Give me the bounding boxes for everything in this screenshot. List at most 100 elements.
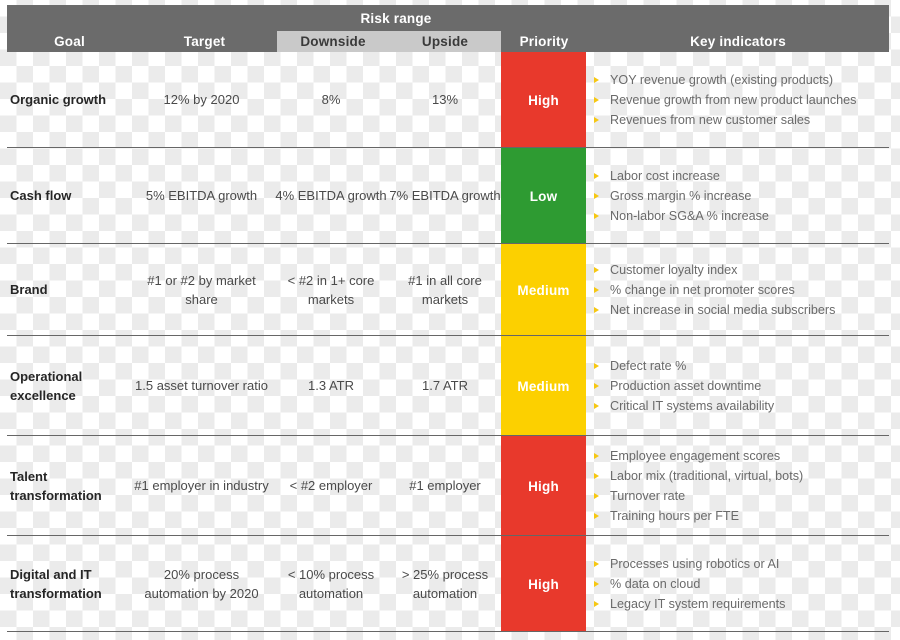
triangle-bullet-icon <box>594 403 599 409</box>
key-indicator-item: Production asset downtime <box>594 376 774 396</box>
key-indicator-item: Training hours per FTE <box>594 506 803 526</box>
key-indicator-label: Turnover rate <box>610 489 686 503</box>
cell-key-indicators: Labor cost increase Gross margin % increa… <box>594 148 890 244</box>
key-indicator-list: Customer loyalty index % change in net pr… <box>594 260 835 320</box>
key-indicator-label: YOY revenue growth (existing products) <box>610 73 834 87</box>
key-indicator-label: Labor mix (traditional, virtual, bots) <box>610 469 804 483</box>
cell-downside: 8% <box>321 92 341 108</box>
triangle-bullet-icon <box>594 581 599 587</box>
cell-target: 1.5 asset turnover ratio <box>135 378 268 394</box>
cell-downside: < #2 in 1+ core markets <box>287 272 375 307</box>
cell-upside: #1 employer <box>409 478 481 494</box>
key-indicator-item: Defect rate % <box>594 356 774 376</box>
column-header-downside[interactable]: Downside <box>277 31 389 52</box>
key-indicator-item: Revenue growth from new product launches <box>594 90 856 110</box>
column-header-priority[interactable]: Priority <box>501 31 587 52</box>
key-indicator-list: Processes using robotics or AI % data on … <box>594 554 785 614</box>
key-indicator-item: Employee engagement scores <box>594 446 803 466</box>
triangle-bullet-icon <box>594 307 599 313</box>
triangle-bullet-icon <box>594 97 599 103</box>
cell-upside: 7% EBITDA growth <box>389 188 501 204</box>
cell-goal: Digital and IT transformation <box>10 566 102 601</box>
key-indicator-item: YOY revenue growth (existing products) <box>594 70 856 90</box>
column-header-target[interactable]: Target <box>132 31 277 52</box>
table-header: Risk range Goal Target Downside Upside P… <box>7 5 889 52</box>
triangle-bullet-icon <box>594 453 599 459</box>
cell-upside: > 25% process automation <box>401 566 489 601</box>
table-row: Medium Operational excellence 1.5 asset tu… <box>0 336 900 436</box>
key-indicator-label: Net increase in social media subscribers <box>610 303 836 317</box>
key-indicator-item: Customer loyalty index <box>594 260 835 280</box>
cell-upside: #1 in all core markets <box>408 272 482 307</box>
key-indicator-item: Revenues from new customer sales <box>594 110 856 130</box>
priority-badge: High <box>501 52 586 148</box>
key-indicator-item: % data on cloud <box>594 574 785 594</box>
key-indicator-label: Non-labor SG&A % increase <box>610 209 769 223</box>
key-indicator-item: Processes using robotics or AI <box>594 554 785 574</box>
triangle-bullet-icon <box>594 513 599 519</box>
table-row: High Digital and IT transformation 20% pro… <box>0 536 900 632</box>
key-indicator-item: Gross margin % increase <box>594 186 769 206</box>
risk-range-group-label: Risk range <box>360 11 432 26</box>
cell-key-indicators: YOY revenue growth (existing products) Re… <box>594 52 890 148</box>
key-indicator-list: Labor cost increase Gross margin % increa… <box>594 166 769 226</box>
key-indicator-item: Labor mix (traditional, virtual, bots) <box>594 466 803 486</box>
cell-upside: 1.7 ATR <box>421 378 468 394</box>
column-header-upside[interactable]: Upside <box>389 31 501 52</box>
cell-goal: Talent transformation <box>10 468 102 503</box>
key-indicator-label: Customer loyalty index <box>610 263 738 277</box>
cell-key-indicators: Defect rate % Production asset downtime Cr… <box>594 336 890 436</box>
key-indicator-item: % change in net promoter scores <box>594 280 835 300</box>
key-indicator-list: Employee engagement scores Labor mix (tra… <box>594 446 803 526</box>
key-indicator-label: % data on cloud <box>610 577 701 591</box>
cell-upside: 13% <box>431 92 459 108</box>
key-indicator-label: Production asset downtime <box>610 379 762 393</box>
cell-target: 5% EBITDA growth <box>145 188 258 204</box>
key-indicator-label: Legacy IT system requirements <box>610 597 786 611</box>
row-separator <box>7 631 889 632</box>
key-indicator-label: Defect rate % <box>610 359 687 373</box>
key-indicator-label: Employee engagement scores <box>610 449 781 463</box>
triangle-bullet-icon <box>594 77 599 83</box>
priority-badge: High <box>501 536 586 632</box>
triangle-bullet-icon <box>594 493 599 499</box>
key-indicator-item: Labor cost increase <box>594 166 769 186</box>
key-indicator-label: Processes using robotics or AI <box>610 557 780 571</box>
key-indicator-label: Revenue growth from new product launches <box>610 93 857 107</box>
key-indicator-label: Revenues from new customer sales <box>610 113 811 127</box>
key-indicator-item: Turnover rate <box>594 486 803 506</box>
column-header-goal[interactable]: Goal <box>7 31 132 52</box>
column-header-key-indicators[interactable]: Key indicators <box>587 31 889 52</box>
key-indicator-label: Gross margin % increase <box>610 189 752 203</box>
cell-downside: < 10% process automation <box>287 566 375 601</box>
triangle-bullet-icon <box>594 363 599 369</box>
triangle-bullet-icon <box>594 213 599 219</box>
risk-range-table: Risk range Goal Target Downside Upside P… <box>0 0 900 640</box>
key-indicator-list: YOY revenue growth (existing products) Re… <box>594 70 856 130</box>
key-indicator-item: Critical IT systems availability <box>594 396 774 416</box>
key-indicator-list: Defect rate % Production asset downtime Cr… <box>594 356 774 416</box>
table-row: Medium Brand #1 or #2 by market share < #2 … <box>0 244 900 336</box>
triangle-bullet-icon <box>594 267 599 273</box>
cell-key-indicators: Employee engagement scores Labor mix (tra… <box>594 436 890 536</box>
cell-target: 20% process automation by 2020 <box>144 566 259 601</box>
key-indicator-item: Net increase in social media subscribers <box>594 300 835 320</box>
triangle-bullet-icon <box>594 287 599 293</box>
triangle-bullet-icon <box>594 193 599 199</box>
cell-downside: 1.3 ATR <box>307 378 354 394</box>
cell-downside: 4% EBITDA growth <box>275 188 387 204</box>
cell-target: #1 or #2 by market share <box>147 272 256 307</box>
cell-goal: Operational excellence <box>10 368 83 403</box>
cell-goal: Organic growth <box>10 92 107 108</box>
cell-downside: < #2 employer <box>289 478 373 494</box>
triangle-bullet-icon <box>594 601 599 607</box>
table-row: High Talent transformation #1 employer in … <box>0 436 900 536</box>
triangle-bullet-icon <box>594 473 599 479</box>
cell-key-indicators: Processes using robotics or AI % data on … <box>594 536 890 632</box>
priority-badge: Medium <box>501 336 586 436</box>
table-row: Low Cash flow 5% EBITDA growth 4% EBITDA gr… <box>0 148 900 244</box>
triangle-bullet-icon <box>594 383 599 389</box>
key-indicator-label: % change in net promoter scores <box>610 283 795 297</box>
key-indicator-label: Labor cost increase <box>610 169 720 183</box>
cell-key-indicators: Customer loyalty index % change in net pr… <box>594 244 890 336</box>
